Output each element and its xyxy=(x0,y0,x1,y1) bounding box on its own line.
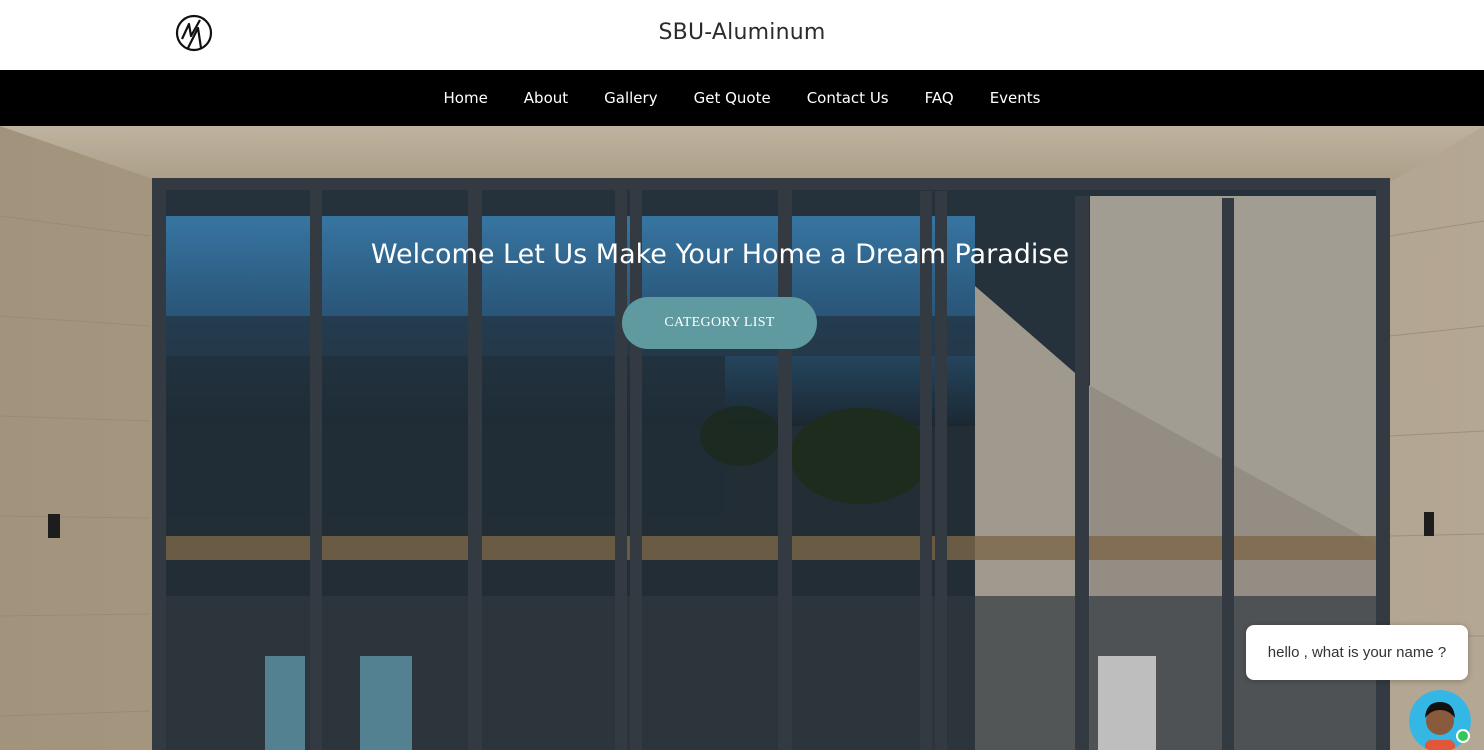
nav-contact-us[interactable]: Contact Us xyxy=(807,89,889,107)
nav-home[interactable]: Home xyxy=(444,89,488,107)
category-list-button[interactable]: CATEGORY LIST xyxy=(622,297,817,349)
nav-events[interactable]: Events xyxy=(990,89,1041,107)
site-header: SBU-Aluminum xyxy=(0,0,1484,70)
nav-get-quote[interactable]: Get Quote xyxy=(694,89,771,107)
nav-faq[interactable]: FAQ xyxy=(925,89,954,107)
main-nav: Home About Gallery Get Quote Contact Us … xyxy=(0,70,1484,126)
chat-message-bubble[interactable]: hello , what is your name ? xyxy=(1246,625,1468,680)
nav-about[interactable]: About xyxy=(524,89,568,107)
online-status-indicator xyxy=(1456,729,1470,743)
nav-gallery[interactable]: Gallery xyxy=(604,89,657,107)
site-title: SBU-Aluminum xyxy=(658,20,826,45)
hero-title: Welcome Let Us Make Your Home a Dream Pa… xyxy=(370,239,1070,270)
chat-message-text: hello , what is your name ? xyxy=(1267,644,1447,661)
